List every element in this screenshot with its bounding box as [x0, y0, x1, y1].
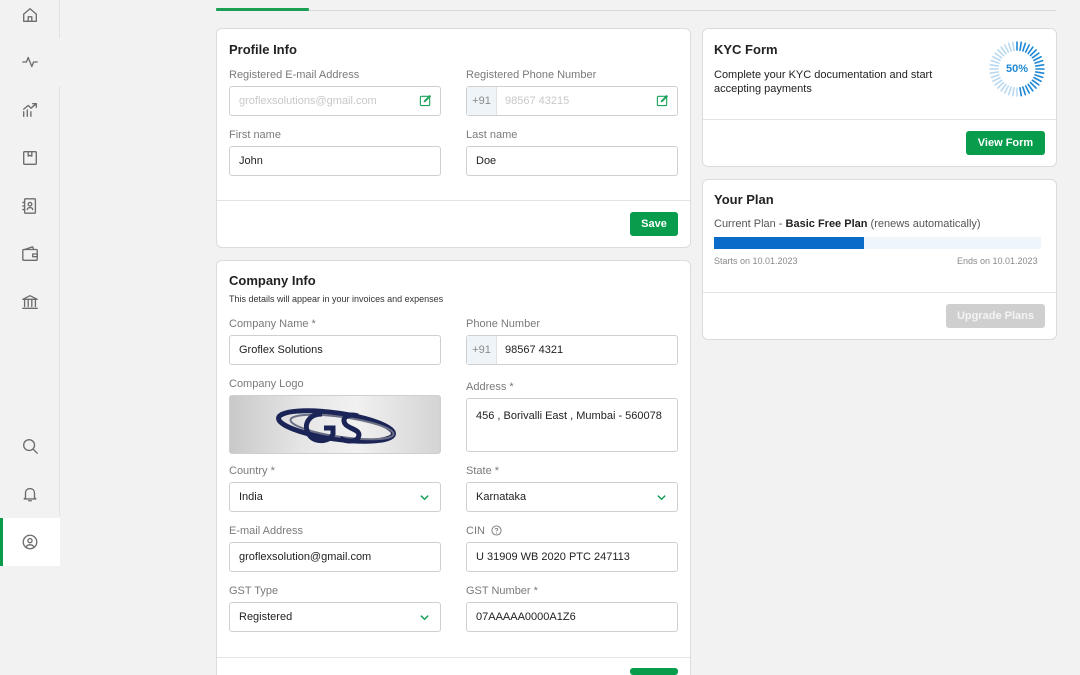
last-name-label: Last name — [466, 129, 518, 141]
country-code-prefix: +91 — [467, 87, 497, 115]
country-select[interactable]: India — [229, 482, 441, 512]
company-phone-label: Phone Number — [466, 318, 540, 330]
tab-bar-divider — [216, 10, 1056, 11]
profile-info-card — [216, 28, 691, 248]
country-value: India — [239, 491, 263, 503]
kyc-percent-label: 50% — [1005, 63, 1029, 75]
search-icon[interactable] — [20, 436, 40, 456]
home-icon[interactable] — [20, 5, 40, 25]
plan-title: Your Plan — [714, 192, 774, 207]
address-textarea[interactable]: 456 , Borivalli East , Mumbai - 560078 — [466, 398, 678, 452]
kyc-title: KYC Form — [714, 42, 778, 57]
first-name-field[interactable]: John — [229, 146, 441, 176]
registered-email-value: groflexsolutions@gmail.com — [239, 95, 377, 107]
company-email-value: groflexsolution@gmail.com — [239, 551, 372, 563]
gst-number-value: 07AAAAA0000A1Z6 — [476, 611, 576, 623]
sidebar — [0, 0, 60, 675]
tab-active-indicator[interactable] — [216, 8, 309, 11]
company-name-value: Groflex Solutions — [239, 344, 323, 356]
profile-info-title: Profile Info — [229, 42, 297, 57]
company-email-field[interactable]: groflexsolution@gmail.com — [229, 542, 441, 572]
company-email-label: E-mail Address — [229, 525, 303, 537]
view-form-button[interactable]: View Form — [966, 131, 1045, 155]
package-icon[interactable] — [20, 148, 40, 168]
last-name-value: Doe — [476, 155, 497, 167]
chevron-down-icon — [420, 495, 429, 501]
current-plan-prefix: Current Plan - — [714, 218, 786, 230]
chevron-down-icon — [420, 615, 429, 621]
email-label: Registered E-mail Address — [229, 69, 360, 81]
company-name-field[interactable]: Groflex Solutions — [229, 335, 441, 365]
cin-label: CIN — [466, 525, 485, 537]
upgrade-plans-button[interactable]: Upgrade Plans — [946, 304, 1045, 328]
gst-type-label: GST Type — [229, 585, 279, 597]
company-phone-value: 98567 4321 — [505, 344, 564, 356]
phone-label: Registered Phone Number — [466, 69, 597, 81]
help-circle-icon[interactable] — [491, 525, 502, 536]
address-value: 456 , Borivalli East , Mumbai - 560078 — [476, 410, 662, 422]
wallet-icon[interactable] — [20, 244, 40, 264]
registered-email-field[interactable]: groflexsolutions@gmail.com — [229, 86, 441, 116]
company-save-button[interactable] — [630, 668, 678, 675]
renew-note: (renews automatically) — [867, 218, 981, 230]
cin-field[interactable]: U 31909 WB 2020 PTC 247113 — [466, 542, 678, 572]
cin-value: U 31909 WB 2020 PTC 247113 — [476, 551, 630, 563]
bell-icon[interactable] — [20, 484, 40, 504]
company-phone-field[interactable]: +91 98567 4321 — [466, 335, 678, 365]
gst-number-field[interactable]: 07AAAAA0000A1Z6 — [466, 602, 678, 632]
company-info-title: Company Info — [229, 273, 316, 288]
state-select[interactable]: Karnataka — [466, 482, 678, 512]
gs-logo — [276, 408, 396, 444]
plan-progress-track — [714, 237, 1041, 249]
kyc-card-divider — [703, 119, 1056, 120]
contacts-book-icon[interactable] — [20, 196, 40, 216]
save-button[interactable]: Save — [630, 212, 678, 236]
profile-card-divider — [217, 200, 690, 201]
activity-icon[interactable] — [20, 52, 40, 72]
gst-number-label: GST Number * — [466, 585, 538, 597]
edit-icon[interactable] — [656, 94, 669, 107]
kyc-description: Complete your KYC documentation and star… — [714, 69, 933, 95]
company-info-subtitle: This details will appear in your invoice… — [229, 294, 444, 304]
company-card-divider — [217, 657, 690, 658]
country-label: Country * — [229, 465, 275, 477]
plan-progress-fill — [714, 237, 865, 249]
plan-card-divider — [703, 292, 1056, 293]
user-circle-icon[interactable] — [20, 532, 40, 552]
first-name-value: John — [239, 155, 263, 167]
last-name-field[interactable]: Doe — [466, 146, 678, 176]
current-plan-line: Current Plan - Basic Free Plan (renews a… — [714, 218, 981, 230]
gst-type-value: Registered — [239, 611, 293, 623]
registered-phone-field[interactable]: +91 98567 43215 — [466, 86, 678, 116]
trending-chart-icon[interactable] — [20, 100, 40, 120]
country-code-prefix: +91 — [467, 336, 497, 364]
bank-icon[interactable] — [20, 292, 40, 312]
address-label: Address * — [466, 381, 514, 393]
state-value: Karnataka — [476, 491, 527, 503]
plan-start-date: Starts on 10.01.2023 — [714, 256, 798, 266]
plan-name: Basic Free Plan — [785, 218, 868, 230]
state-label: State * — [466, 465, 500, 477]
gst-type-select[interactable]: Registered — [229, 602, 441, 632]
first-name-label: First name — [229, 129, 281, 141]
plan-end-date: Ends on 10.01.2023 — [957, 256, 1038, 266]
company-logo-label: Company Logo — [229, 378, 304, 390]
registered-phone-value: 98567 43215 — [505, 95, 570, 107]
company-logo-image[interactable] — [229, 395, 441, 454]
company-name-label: Company Name * — [229, 318, 316, 330]
chevron-down-icon — [657, 495, 666, 501]
edit-icon[interactable] — [419, 94, 432, 107]
nav-active-indicator — [0, 518, 3, 566]
